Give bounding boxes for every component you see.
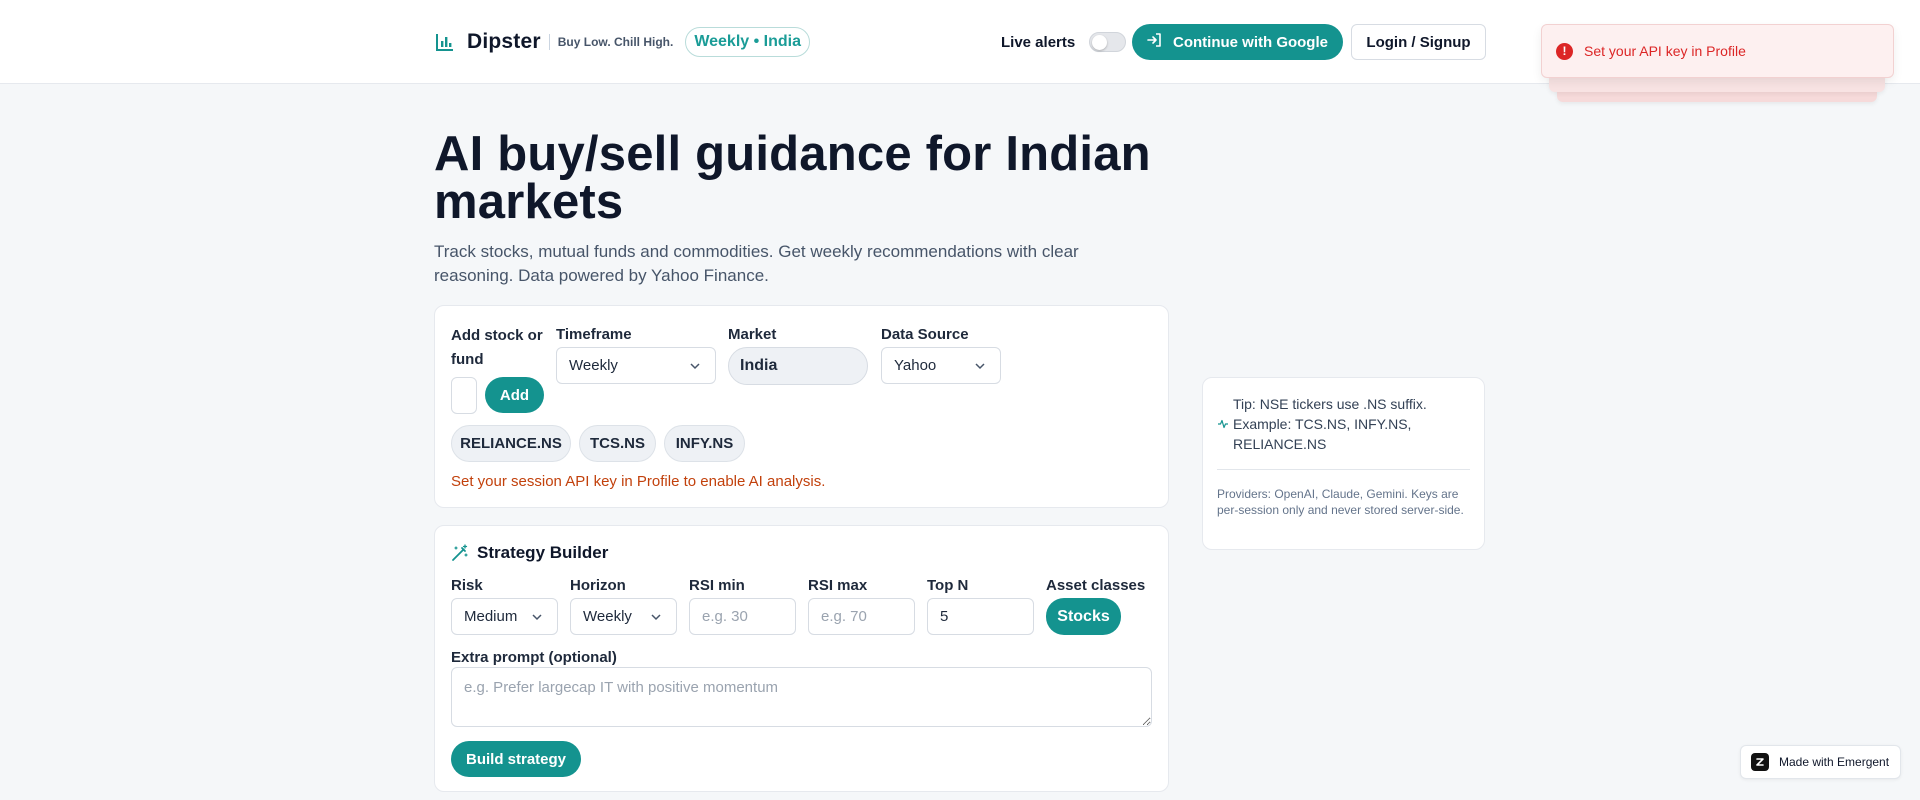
brand[interactable]: Dipster Buy Low. Chill High. Weekly • In… bbox=[434, 26, 810, 58]
chevron-down-icon bbox=[532, 614, 542, 621]
brand-divider bbox=[548, 34, 550, 50]
asset-class-stocks-chip[interactable]: Stocks bbox=[1046, 598, 1121, 635]
data-source-select[interactable]: Yahoo bbox=[881, 347, 1001, 384]
chevron-down-icon bbox=[651, 614, 661, 621]
extra-prompt-textarea[interactable] bbox=[451, 667, 1152, 727]
strategy-header: Strategy Builder bbox=[451, 543, 608, 563]
toast-message: Set your API key in Profile bbox=[1584, 43, 1746, 59]
ticker-chip[interactable]: INFY.NS bbox=[664, 425, 745, 462]
sign-in-icon bbox=[1147, 33, 1161, 51]
tip-card: Tip: NSE tickers use .NS suffix. Example… bbox=[1202, 377, 1485, 550]
chart-bars-icon bbox=[434, 31, 456, 53]
tip-row: Tip: NSE tickers use .NS suffix. Example… bbox=[1217, 394, 1467, 454]
market-label: Market bbox=[728, 326, 777, 343]
rsi-max-input[interactable] bbox=[808, 598, 915, 635]
asset-classes-label: Asset classes bbox=[1046, 577, 1146, 594]
magic-wand-icon bbox=[451, 544, 469, 562]
risk-value: Medium bbox=[464, 608, 518, 625]
ticker-chip[interactable]: RELIANCE.NS bbox=[451, 425, 571, 462]
continue-with-google-button[interactable]: Continue with Google bbox=[1132, 24, 1343, 60]
rsi-max-label: RSI max bbox=[808, 577, 868, 594]
brand-tagline: Buy Low. Chill High. bbox=[557, 35, 674, 49]
mode-badge: Weekly • India bbox=[685, 27, 810, 57]
data-source-value: Yahoo bbox=[894, 357, 937, 374]
add-stock-label: Add stock or fund bbox=[451, 327, 543, 368]
ticker-chip[interactable]: TCS.NS bbox=[579, 425, 656, 462]
emergent-logo-icon bbox=[1751, 753, 1769, 771]
timeframe-value: Weekly bbox=[569, 357, 618, 374]
market-field[interactable]: India bbox=[728, 347, 868, 385]
timeframe-select[interactable]: Weekly bbox=[556, 347, 716, 384]
login-signup-button[interactable]: Login / Signup bbox=[1351, 24, 1486, 60]
extra-prompt-label: Extra prompt (optional) bbox=[451, 649, 617, 666]
divider bbox=[1217, 469, 1470, 470]
top-n-label: Top N bbox=[927, 577, 969, 594]
page-title: AI buy/sell guidance for Indian markets bbox=[434, 127, 1151, 229]
data-source-label: Data Source bbox=[881, 326, 969, 343]
brand-name: Dipster bbox=[467, 30, 541, 53]
live-alerts-label: Live alerts bbox=[1001, 33, 1076, 51]
alert-circle-icon: ! bbox=[1556, 42, 1573, 60]
live-alerts-control: Live alerts bbox=[1001, 30, 1127, 54]
add-button[interactable]: Add bbox=[485, 377, 544, 413]
horizon-label: Horizon bbox=[570, 577, 626, 594]
chevron-down-icon bbox=[975, 363, 985, 370]
rsi-min-label: RSI min bbox=[689, 577, 745, 594]
chevron-down-icon bbox=[690, 363, 700, 370]
tip-text: Tip: NSE tickers use .NS suffix. Example… bbox=[1233, 396, 1427, 452]
made-with-emergent-badge[interactable]: Made with Emergent bbox=[1740, 745, 1901, 779]
risk-select[interactable]: Medium bbox=[451, 598, 558, 635]
pulse-icon bbox=[1217, 418, 1229, 454]
horizon-select[interactable]: Weekly bbox=[570, 598, 677, 635]
risk-label: Risk bbox=[451, 577, 483, 594]
api-key-warning: Set your session API key in Profile to e… bbox=[451, 473, 826, 490]
strategy-builder-card: Strategy Builder Risk Medium Horizon Wee… bbox=[434, 525, 1169, 792]
error-toast[interactable]: ! Set your API key in Profile bbox=[1541, 24, 1894, 78]
google-button-label: Continue with Google bbox=[1173, 33, 1328, 51]
providers-note: Providers: OpenAI, Claude, Gemini. Keys … bbox=[1217, 487, 1464, 517]
tracker-card: Add stock or fund Add Timeframe Weekly M… bbox=[434, 305, 1169, 508]
toggle-knob bbox=[1092, 35, 1108, 50]
top-n-input[interactable] bbox=[927, 598, 1034, 635]
emergent-badge-label: Made with Emergent bbox=[1779, 755, 1890, 769]
strategy-title: Strategy Builder bbox=[477, 543, 609, 562]
rsi-min-input[interactable] bbox=[689, 598, 796, 635]
live-alerts-toggle[interactable] bbox=[1089, 32, 1127, 52]
horizon-value: Weekly bbox=[583, 608, 632, 625]
add-stock-input[interactable] bbox=[451, 377, 477, 414]
build-strategy-button[interactable]: Build strategy bbox=[451, 741, 581, 777]
page-subtitle: Track stocks, mutual funds and commoditi… bbox=[434, 242, 1079, 285]
timeframe-label: Timeframe bbox=[556, 326, 632, 343]
